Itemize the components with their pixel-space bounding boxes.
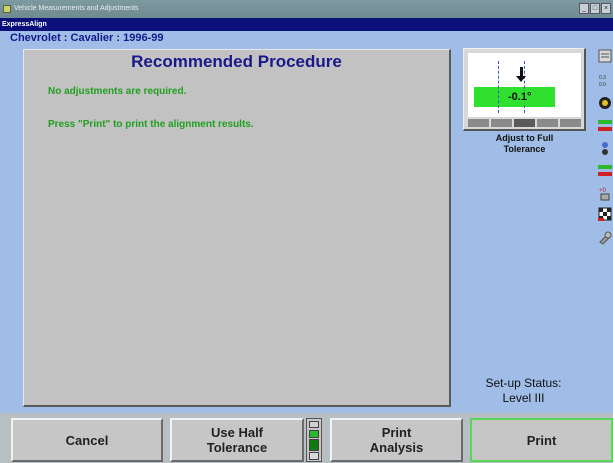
checkered-flag-icon[interactable]	[597, 205, 612, 223]
tire-icon[interactable]	[597, 139, 612, 157]
gauge-value: -0.1°	[506, 91, 534, 103]
print-analysis-button[interactable]: Print Analysis	[330, 418, 463, 462]
setup-status: Set-up Status: Level III	[461, 376, 586, 406]
app-icon	[3, 5, 11, 13]
instruction-message: Press "Print" to print the alignment res…	[48, 119, 254, 130]
tolerance-segment	[309, 430, 319, 438]
print-analysis-label-line2: Analysis	[369, 440, 424, 455]
gauge-caption: Adjust to Full Tolerance	[463, 133, 586, 155]
use-half-tolerance-button[interactable]: Use Half Tolerance	[170, 418, 304, 462]
print-button-label: Print	[526, 432, 557, 448]
svg-text:+0: +0	[599, 188, 607, 194]
tolerance-limit-line	[498, 61, 499, 113]
tolerance-indicator-icon	[309, 421, 319, 428]
gauge-pointer-icon	[516, 67, 526, 82]
tolerance-indicator	[306, 418, 322, 462]
gauge-caption-line2: Tolerance	[503, 144, 546, 154]
half-tolerance-label-line2: Tolerance	[206, 440, 268, 455]
wrench-icon[interactable]	[597, 229, 612, 247]
svg-text:0.3: 0.3	[599, 75, 606, 81]
gauge-display: -0.1°	[468, 53, 581, 117]
vehicle-name: Chevrolet : Cavalier : 1996-99	[10, 32, 164, 44]
half-tolerance-label-line1: Use Half	[210, 425, 264, 440]
maximize-button[interactable]: □	[590, 3, 600, 14]
camber-icon[interactable]	[597, 117, 612, 135]
wheel-icon[interactable]	[597, 94, 612, 112]
print-button[interactable]: Print	[470, 418, 613, 462]
vehicle-info-icon[interactable]	[597, 47, 612, 65]
side-toolbar: 0.3 0.0 +0	[596, 45, 613, 255]
cancel-button-label: Cancel	[65, 432, 109, 448]
gauge-caption-line1: Adjust to Full	[495, 133, 554, 143]
app-subtitle-bar: ExpressAlign	[0, 18, 613, 31]
window-title: Vehicle Measurements and Adjustments	[14, 5, 139, 12]
setup-status-value: Level III	[502, 391, 545, 405]
status-message: No adjustments are required.	[48, 86, 187, 97]
spec-icon[interactable]: 0.3 0.0	[597, 71, 612, 89]
caster-icon[interactable]	[597, 162, 612, 180]
setup-status-label: Set-up Status:	[485, 376, 562, 390]
cancel-button[interactable]: Cancel	[11, 418, 163, 462]
tolerance-segment	[309, 452, 319, 460]
page-title: Recommended Procedure	[131, 52, 342, 71]
close-button[interactable]: ×	[601, 3, 611, 14]
minimize-button[interactable]: _	[579, 3, 589, 14]
window-titlebar: Vehicle Measurements and Adjustments _ □…	[0, 0, 613, 18]
procedure-panel: Recommended Procedure No adjustments are…	[23, 49, 451, 407]
svg-text:0.0: 0.0	[599, 82, 606, 88]
toe-icon[interactable]: +0	[597, 184, 612, 202]
gauge-scale	[468, 119, 581, 127]
adjustment-gauge: -0.1°	[463, 48, 586, 131]
app-subtitle: ExpressAlign	[2, 21, 47, 28]
tolerance-segment	[309, 439, 319, 451]
tolerance-limit-line	[524, 61, 525, 113]
print-analysis-label-line1: Print	[381, 425, 412, 440]
